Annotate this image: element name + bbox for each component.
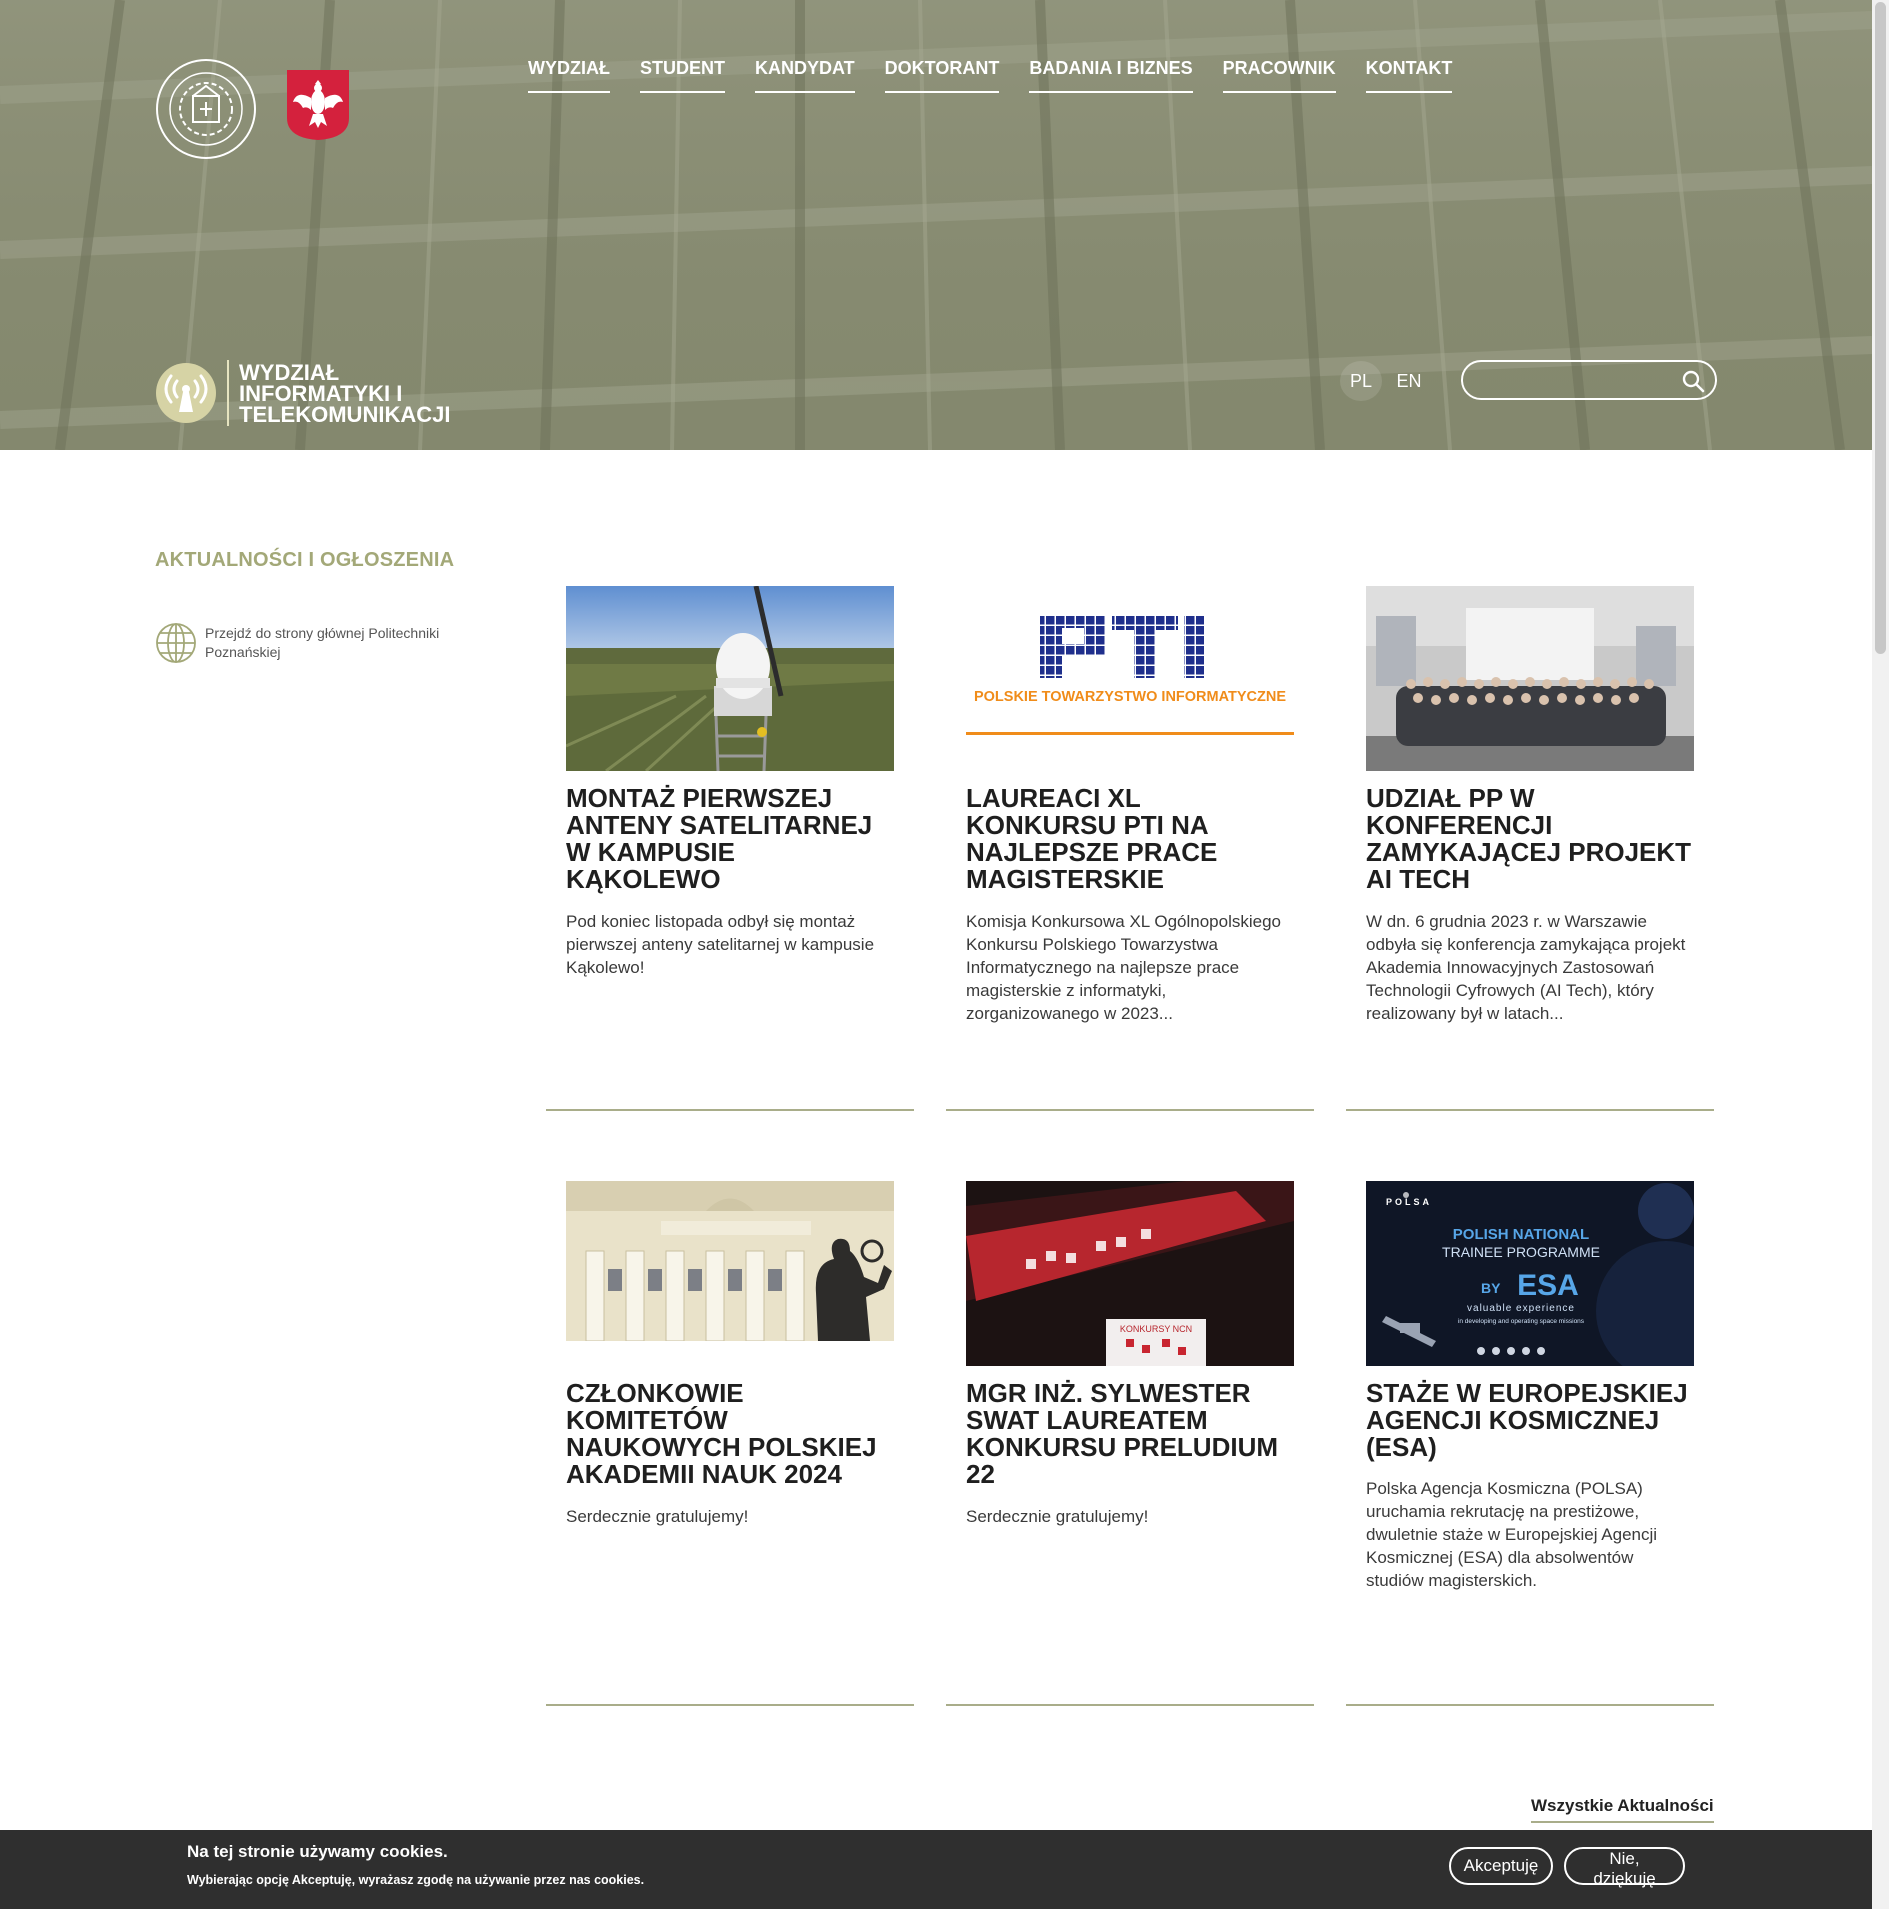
search-box: [1461, 360, 1717, 400]
nav-student[interactable]: STUDENT: [639, 58, 725, 93]
news-excerpt: Komisja Konkursowa XL Ogólnopolskiego Ko…: [966, 912, 1281, 1023]
nav-kontakt[interactable]: KONTAKT: [1365, 58, 1453, 93]
esa-big: ESA: [1517, 1269, 1579, 1302]
news-excerpt: Polska Agencja Kosmiczna (POLSA) urucham…: [1366, 1479, 1658, 1590]
pti-caption: POLSKIE TOWARZYSTWO INFORMATYCZNE: [974, 689, 1286, 705]
antenna-signal-icon: [156, 363, 216, 423]
polsa-brand: POLSA: [1386, 1197, 1432, 1207]
news-card[interactable]: CZŁONKOWIE KOMITETÓW NAUKOWYCH POLSKIEJ …: [546, 1181, 914, 1706]
news-excerpt: Serdecznie gratulujemy!: [566, 1507, 749, 1526]
esa-line2: TRAINEE PROGRAMME: [1442, 1244, 1600, 1260]
news-card[interactable]: MONTAŻ PIERWSZEJ ANTENY SATELITARNEJ W K…: [546, 586, 914, 1111]
news-card[interactable]: POLSKIE TOWARZYSTWO INFORMATYCZNE LAUREA…: [946, 586, 1314, 1111]
poznan-university-logo[interactable]: [155, 58, 257, 160]
cookie-title: Na tej stronie używamy cookies.: [187, 1842, 448, 1861]
news-image-esa-trainee: POLSA POLISH NATIONAL TRAINEE PROGRAMME …: [1366, 1181, 1694, 1366]
esa-subline: in developing and operating space missio…: [1458, 1318, 1585, 1325]
main-navigation: WYDZIAŁ STUDENT KANDYDAT DOKTORANT BADAN…: [528, 58, 1482, 93]
news-title: MONTAŻ PIERWSZEJ ANTENY SATELITARNEJ W K…: [566, 783, 873, 894]
ncn-book-label: KONKURSY NCN: [1120, 1324, 1192, 1334]
esa-tagline: valuable experience: [1467, 1303, 1575, 1314]
decline-cookies-button[interactable]: Nie, dziękuję: [1564, 1847, 1685, 1888]
search-icon[interactable]: [1681, 369, 1705, 393]
section-title: AKTUALNOŚCI I OGŁOSZENIA: [155, 549, 455, 571]
news-card[interactable]: UDZIAŁ PP W KONFERENCJI ZAMYKAJĄCEJ PROJ…: [1346, 586, 1714, 1111]
news-card[interactable]: POLSA POLISH NATIONAL TRAINEE PROGRAMME …: [1346, 1181, 1714, 1706]
language-switcher: PL EN: [1340, 361, 1436, 401]
globe-icon: [156, 623, 196, 663]
news-title: STAŻE W EUROPEJSKIEJ AGENCJI KOSMICZNEJ …: [1366, 1378, 1688, 1462]
news-image-satellite-antenna: [566, 586, 894, 771]
polish-eagle-emblem: [287, 70, 349, 140]
news-excerpt: Serdecznie gratulujemy!: [966, 1507, 1149, 1526]
faculty-logo-divider: [227, 360, 229, 426]
news-excerpt: Pod koniec listopada odbył się montaż pi…: [566, 912, 875, 977]
all-news-link[interactable]: Wszystkie Aktualności: [1531, 1796, 1714, 1823]
page-scrollbar[interactable]: [1872, 0, 1889, 1909]
lang-pl[interactable]: PL: [1340, 361, 1382, 401]
news-title: CZŁONKOWIE KOMITETÓW NAUKOWYCH POLSKIEJ …: [566, 1378, 877, 1489]
news-image-ai-tech-conference: [1366, 586, 1694, 771]
cookie-consent-bar: Na tej stronie używamy cookies. Wybieraj…: [0, 1830, 1872, 1909]
news-image-pti-logo: POLSKIE TOWARZYSTWO INFORMATYCZNE: [966, 586, 1294, 771]
nav-kandydat[interactable]: KANDYDAT: [754, 58, 855, 93]
nav-wydzial[interactable]: WYDZIAŁ: [528, 58, 610, 93]
faculty-logo[interactable]: WYDZIAŁ INFORMATYKI I TELEKOMUNIKACJI: [155, 360, 479, 426]
esa-by: BY: [1481, 1280, 1501, 1296]
news-image-pan-palace: [566, 1181, 894, 1341]
main-university-link-label: Przejdź do strony głównej Politechniki P…: [205, 625, 440, 660]
nav-pracownik[interactable]: PRACOWNIK: [1222, 58, 1336, 93]
news-title: UDZIAŁ PP W KONFERENCJI ZAMYKAJĄCEJ PROJ…: [1366, 783, 1692, 894]
news-title: LAUREACI XL KONKURSU PTI NA NAJLEPSZE PR…: [966, 783, 1218, 894]
search-input[interactable]: [1481, 368, 1671, 392]
esa-line1: POLISH NATIONAL: [1453, 1226, 1589, 1243]
faculty-name: WYDZIAŁ INFORMATYKI I TELEKOMUNIKACJI: [239, 359, 451, 427]
news-image-ncn-brochures: KONKURSY NCN: [966, 1181, 1294, 1366]
news-card[interactable]: KONKURSY NCN MGR INŻ. SYLWESTER SWAT LAU…: [946, 1181, 1314, 1706]
hero-header: WYDZIAŁ STUDENT KANDYDAT DOKTORANT BADAN…: [0, 0, 1872, 450]
news-excerpt: W dn. 6 grudnia 2023 r. w Warszawie odby…: [1366, 912, 1686, 1023]
accept-cookies-button[interactable]: Akceptuję: [1449, 1847, 1553, 1885]
lang-en[interactable]: EN: [1388, 361, 1430, 401]
nav-doktorant[interactable]: DOKTORANT: [884, 58, 1000, 93]
scrollbar-thumb[interactable]: [1875, 2, 1886, 654]
cookie-text: Wybierając opcję Akceptuję, wyrażasz zgo…: [187, 1873, 645, 1887]
main-university-link[interactable]: Przejdź do strony głównej Politechniki P…: [155, 622, 465, 664]
news-title: MGR INŻ. SYLWESTER SWAT LAUREATEM KONKUR…: [966, 1378, 1278, 1489]
nav-badania-i-biznes[interactable]: BADANIA I BIZNES: [1029, 58, 1193, 93]
